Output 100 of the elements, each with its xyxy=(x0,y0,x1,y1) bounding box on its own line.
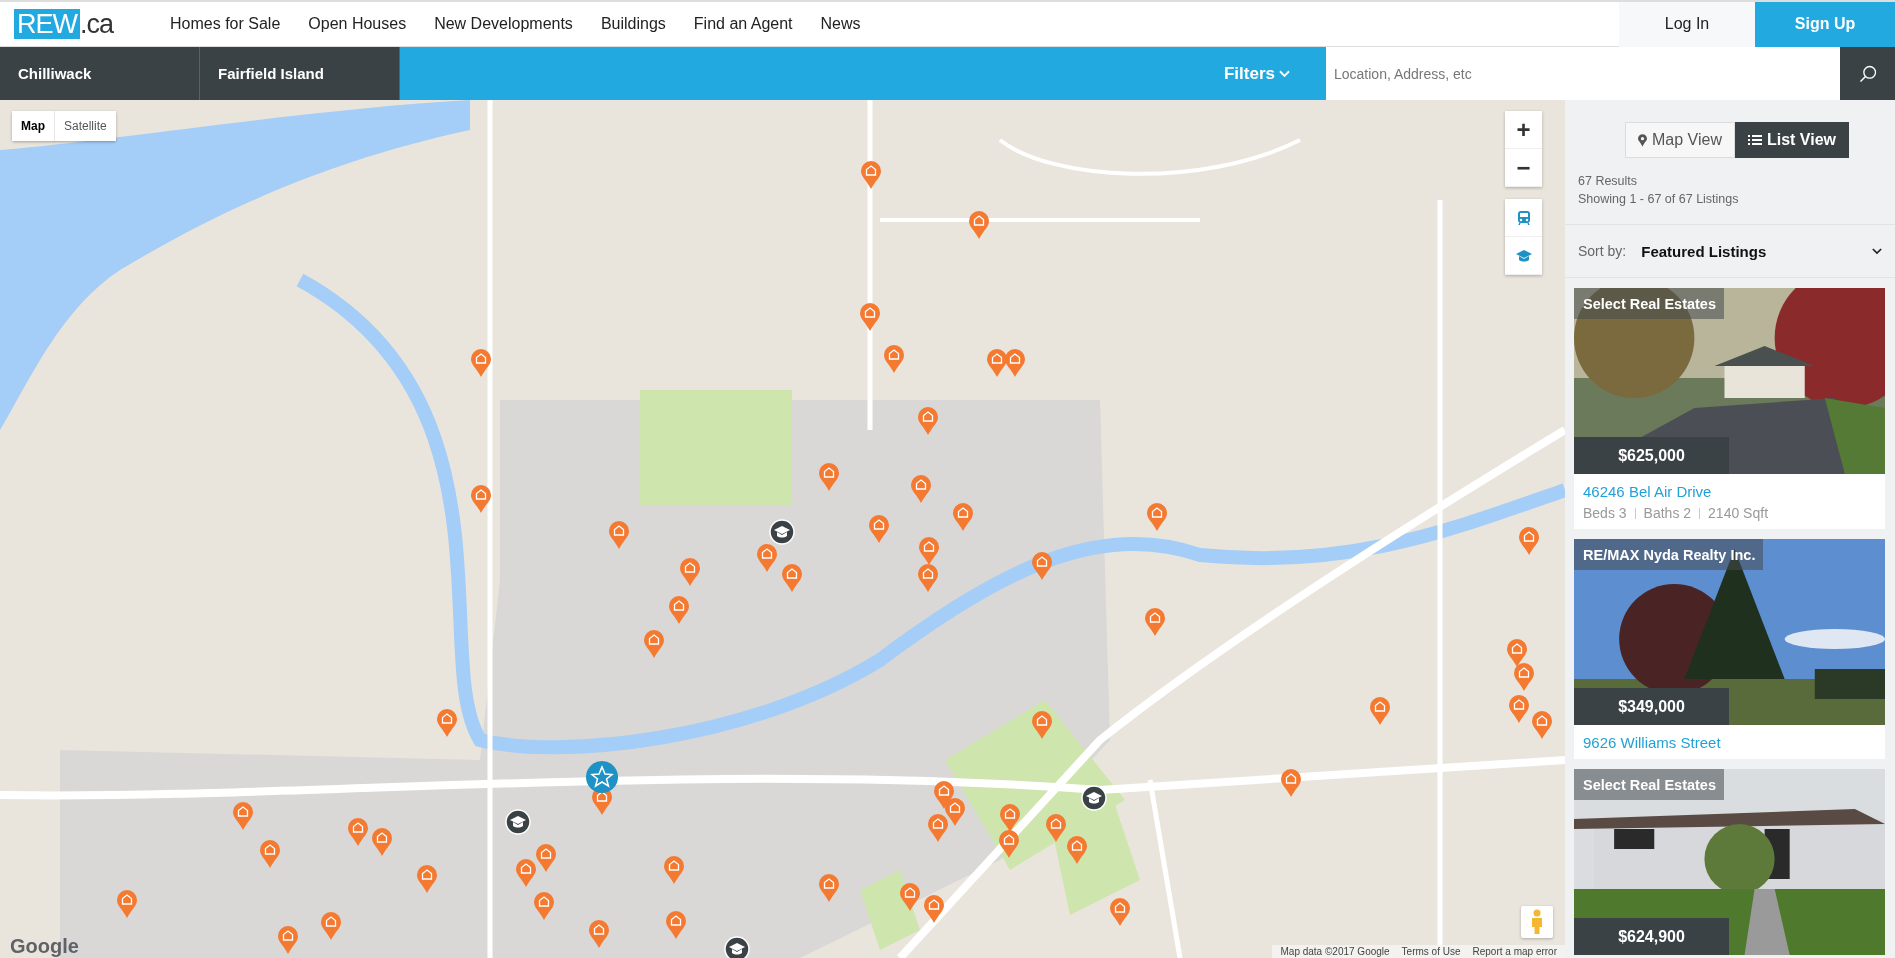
sort-value: Featured Listings xyxy=(1641,242,1768,260)
house-pin-icon[interactable] xyxy=(533,891,555,921)
house-pin-icon[interactable] xyxy=(1146,502,1168,532)
house-pin-icon[interactable] xyxy=(470,348,492,378)
sort-dropdown[interactable]: Sort by: Featured Listings xyxy=(1565,225,1895,278)
house-pin-icon[interactable] xyxy=(999,803,1021,833)
terms-link[interactable]: Terms of Use xyxy=(1401,946,1461,957)
transit-button[interactable] xyxy=(1505,199,1542,237)
house-pin-icon[interactable] xyxy=(910,474,932,504)
school-marker-icon[interactable] xyxy=(505,809,531,835)
house-pin-icon[interactable] xyxy=(1004,348,1026,378)
school-marker-icon[interactable] xyxy=(724,936,750,958)
house-pin-icon[interactable] xyxy=(277,925,299,955)
house-pin-icon[interactable] xyxy=(1518,526,1540,556)
sort-label: Sort by: xyxy=(1578,243,1627,259)
house-pin-icon[interactable] xyxy=(923,894,945,924)
house-pin-icon[interactable] xyxy=(952,502,974,532)
school-marker-icon[interactable] xyxy=(769,519,795,545)
map-type-tab[interactable]: Map xyxy=(12,111,55,141)
house-pin-icon[interactable] xyxy=(679,557,701,587)
listing-stat: Beds 3 xyxy=(1583,505,1627,521)
house-pin-icon[interactable] xyxy=(371,827,393,857)
house-pin-icon[interactable] xyxy=(643,629,665,659)
listing-stat: Baths 2 xyxy=(1643,505,1692,521)
showing-text: Showing 1 - 67 of 67 Listings xyxy=(1578,191,1740,208)
brokerage-label: Select Real Estates xyxy=(1574,288,1724,319)
nav-link[interactable]: New Developments xyxy=(434,15,573,33)
nav-link[interactable]: Buildings xyxy=(600,15,666,33)
house-pin-icon[interactable] xyxy=(608,520,630,550)
house-pin-icon[interactable] xyxy=(986,348,1008,378)
house-pin-icon[interactable] xyxy=(1513,662,1535,692)
house-pin-icon[interactable] xyxy=(917,563,939,593)
nav-link[interactable]: News xyxy=(820,15,861,33)
location-tab[interactable]: Fairfield Island xyxy=(200,47,400,100)
brokerage-label: Select Real Estates xyxy=(1574,769,1724,800)
search-button[interactable] xyxy=(1840,47,1895,100)
house-pin-icon[interactable] xyxy=(232,801,254,831)
house-pin-icon[interactable] xyxy=(470,484,492,514)
house-pin-icon[interactable] xyxy=(515,858,537,888)
house-pin-icon[interactable] xyxy=(781,563,803,593)
house-pin-icon[interactable] xyxy=(944,797,966,827)
house-pin-icon[interactable] xyxy=(860,160,882,190)
house-pin-icon[interactable] xyxy=(818,462,840,492)
map-type-tab[interactable]: Satellite xyxy=(55,111,116,141)
house-pin-icon[interactable] xyxy=(918,536,940,566)
house-pin-icon[interactable] xyxy=(968,210,990,240)
house-pin-icon[interactable] xyxy=(868,514,890,544)
report-link[interactable]: Report a map error xyxy=(1472,946,1557,957)
nav-link[interactable]: Find an Agent xyxy=(693,15,793,33)
house-pin-icon[interactable] xyxy=(818,873,840,903)
house-pin-icon[interactable] xyxy=(116,889,138,919)
view-toggle-button[interactable]: List View xyxy=(1734,122,1849,158)
star-marker-icon[interactable] xyxy=(585,760,619,794)
house-pin-icon[interactable] xyxy=(665,910,687,940)
house-pin-icon[interactable] xyxy=(1508,694,1530,724)
house-pin-icon[interactable] xyxy=(1531,710,1553,740)
login-button[interactable]: Log In xyxy=(1619,1,1755,47)
view-toggle-button[interactable]: Map View xyxy=(1625,122,1735,158)
house-pin-icon[interactable] xyxy=(1109,897,1131,927)
search-field[interactable]: Location, Address, etc xyxy=(1326,47,1840,100)
map-data-text: Map data ©2017 Google xyxy=(1280,946,1390,957)
house-pin-icon[interactable] xyxy=(859,302,881,332)
schools-button[interactable] xyxy=(1505,237,1542,275)
house-pin-icon[interactable] xyxy=(1506,638,1528,668)
house-pin-icon[interactable] xyxy=(259,839,281,869)
house-pin-icon[interactable] xyxy=(927,813,949,843)
zoom-out-button[interactable]: − xyxy=(1505,149,1542,187)
house-pin-icon[interactable] xyxy=(320,911,342,941)
house-pin-icon[interactable] xyxy=(588,919,610,949)
house-pin-icon[interactable] xyxy=(1369,696,1391,726)
house-pin-icon[interactable] xyxy=(416,864,438,894)
house-pin-icon[interactable] xyxy=(998,829,1020,859)
listing-card[interactable]: Select Real Estates $625,000 46246 Bel Air Drive Beds 3 Baths 2 2140 Sqft xyxy=(1574,288,1885,529)
zoom-in-button[interactable]: + xyxy=(1505,111,1542,149)
house-pin-icon[interactable] xyxy=(1045,813,1067,843)
nav-link[interactable]: Open Houses xyxy=(308,15,407,33)
house-pin-icon[interactable] xyxy=(535,843,557,873)
listing-card[interactable]: RE/MAX Nyda Realty Inc. $349,000 9626 Williams Street xyxy=(1574,539,1885,759)
street-view-button[interactable] xyxy=(1521,906,1553,938)
listing-card[interactable]: Select Real Estates $624,900 xyxy=(1574,769,1885,955)
location-tab[interactable]: Chilliwack xyxy=(0,47,200,100)
results-count: 67 Results xyxy=(1578,173,1639,190)
house-pin-icon[interactable] xyxy=(668,595,690,625)
school-marker-icon[interactable] xyxy=(1081,785,1107,811)
house-pin-icon[interactable] xyxy=(917,406,939,436)
logo-suffix: .ca xyxy=(80,9,114,39)
house-pin-icon[interactable] xyxy=(436,708,458,738)
nav-link[interactable]: Homes for Sale xyxy=(170,15,281,33)
price-tag: $624,900 xyxy=(1574,918,1729,955)
house-pin-icon[interactable] xyxy=(1144,607,1166,637)
house-pin-icon[interactable] xyxy=(899,882,921,912)
house-pin-icon[interactable] xyxy=(1066,835,1088,865)
person-icon xyxy=(1530,909,1544,935)
house-pin-icon[interactable] xyxy=(663,855,685,885)
house-pin-icon[interactable] xyxy=(347,817,369,847)
site-logo[interactable]: REW.ca xyxy=(14,9,114,39)
house-pin-icon[interactable] xyxy=(1031,551,1053,581)
house-pin-icon[interactable] xyxy=(1031,710,1053,740)
house-pin-icon[interactable] xyxy=(883,344,905,374)
house-pin-icon[interactable] xyxy=(1280,768,1302,798)
